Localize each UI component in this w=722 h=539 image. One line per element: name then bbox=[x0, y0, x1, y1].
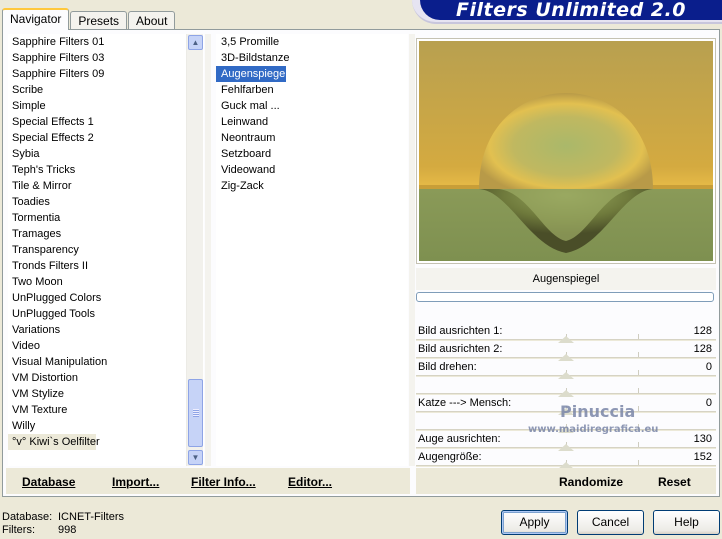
category-item[interactable]: UnPlugged Colors bbox=[8, 290, 204, 306]
watermark-url: www.maidiregrafica.eu bbox=[528, 424, 659, 435]
category-item[interactable]: Tormentia bbox=[8, 210, 204, 226]
parameter-row[interactable]: Bild drehen: 0 bbox=[416, 358, 716, 379]
editor-button[interactable]: Editor... bbox=[288, 475, 332, 489]
category-item[interactable]: Sybia bbox=[8, 146, 204, 162]
filter-info-button[interactable]: Filter Info... bbox=[191, 475, 256, 489]
tab-strip: Navigator Presets About bbox=[2, 8, 176, 30]
scroll-up-button[interactable]: ▲ bbox=[188, 35, 203, 50]
filter-item[interactable]: Fehlfarben bbox=[216, 82, 408, 98]
category-item[interactable]: VM Distortion bbox=[8, 370, 204, 386]
filter-item[interactable]: Augenspiegel bbox=[216, 66, 288, 82]
filter-item[interactable]: Neontraum bbox=[216, 130, 408, 146]
parameter-sliders: Bild ausrichten 1: 128 Bild ausrichten 2: 1… bbox=[416, 322, 716, 469]
slider-tick bbox=[638, 460, 639, 465]
category-list[interactable]: Sapphire Filters 01 Sapphire Filters 03 Sa… bbox=[8, 34, 204, 466]
category-item[interactable]: Transparency bbox=[8, 242, 204, 258]
preview-frame bbox=[416, 38, 716, 264]
category-item[interactable]: Tile & Mirror bbox=[8, 178, 204, 194]
parameter-label: Bild ausrichten 1: bbox=[418, 325, 503, 337]
category-item[interactable]: UnPlugged Tools bbox=[8, 306, 204, 322]
parameter-label: Bild ausrichten 2: bbox=[418, 343, 503, 355]
parameter-value: 128 bbox=[693, 343, 712, 355]
filter-preview-image bbox=[419, 41, 713, 261]
category-item[interactable]: Sapphire Filters 03 bbox=[8, 50, 204, 66]
category-item[interactable]: Simple bbox=[8, 98, 204, 114]
category-item[interactable]: VM Stylize bbox=[8, 386, 204, 402]
filter-item[interactable]: Videowand bbox=[216, 162, 408, 178]
category-item[interactable]: Sapphire Filters 01 bbox=[8, 34, 204, 50]
database-button[interactable]: Database bbox=[22, 475, 75, 489]
slider-tick bbox=[638, 334, 639, 339]
category-item[interactable]: Willy bbox=[8, 418, 204, 434]
category-scrollbar[interactable]: ▲ ▼ bbox=[186, 34, 203, 466]
apply-button[interactable]: Apply bbox=[501, 510, 568, 535]
category-item[interactable]: Variations bbox=[8, 322, 204, 338]
tab-presets[interactable]: Presets bbox=[70, 11, 128, 30]
slider-tick bbox=[638, 370, 639, 375]
reset-button[interactable]: Reset bbox=[658, 475, 691, 489]
parameter-row[interactable]: Bild ausrichten 1: 128 bbox=[416, 322, 716, 343]
category-item[interactable]: Sapphire Filters 09 bbox=[8, 66, 204, 82]
category-item[interactable]: Two Moon bbox=[8, 274, 204, 290]
app-banner-title: Filters Unlimited 2.0 bbox=[420, 0, 722, 20]
tab-about[interactable]: About bbox=[128, 11, 176, 30]
scroll-down-button[interactable]: ▼ bbox=[188, 450, 203, 465]
filter-list[interactable]: 3,5 Promille 3D-Bildstanze Augenspiegel Feh… bbox=[216, 34, 408, 466]
category-item[interactable]: Toadies bbox=[8, 194, 204, 210]
parameter-value: 128 bbox=[693, 325, 712, 337]
parameter-label: Bild drehen: bbox=[418, 361, 477, 373]
current-filter-name: Augenspiegel bbox=[416, 268, 716, 290]
category-item[interactable]: Special Effects 2 bbox=[8, 130, 204, 146]
grip-icon bbox=[193, 409, 199, 417]
filter-item[interactable]: Leinwand bbox=[216, 114, 408, 130]
parameter-row[interactable]: Augengröße: 152 bbox=[416, 448, 716, 469]
parameter-label: Auge ausrichten: bbox=[418, 433, 501, 445]
category-item[interactable]: Teph's Tricks bbox=[8, 162, 204, 178]
slider-tick bbox=[638, 388, 639, 393]
slider-tick bbox=[638, 406, 639, 411]
divider bbox=[205, 34, 211, 466]
database-value: ICNET-Filters bbox=[58, 511, 124, 523]
parameter-label: Augengröße: bbox=[418, 451, 482, 463]
category-item[interactable]: Tronds Filters II bbox=[8, 258, 204, 274]
tab-navigator[interactable]: Navigator bbox=[2, 8, 70, 30]
parameter-value: 152 bbox=[693, 451, 712, 463]
database-label: Database: bbox=[2, 511, 53, 523]
category-item[interactable]: Visual Manipulation bbox=[8, 354, 204, 370]
filter-item[interactable]: Setzboard bbox=[216, 146, 408, 162]
cancel-button[interactable]: Cancel bbox=[577, 510, 644, 535]
filter-item[interactable]: Guck mal ... bbox=[216, 98, 408, 114]
category-item[interactable]: Special Effects 1 bbox=[8, 114, 204, 130]
slider-tick bbox=[638, 352, 639, 357]
parameter-row[interactable] bbox=[416, 376, 716, 397]
filters-label: Filters: bbox=[2, 524, 35, 536]
filter-item[interactable]: 3,5 Promille bbox=[216, 34, 408, 50]
divider bbox=[409, 34, 415, 466]
category-item[interactable]: °v° Kiwi`s Oelfilter bbox=[8, 434, 100, 450]
preview-graphic bbox=[419, 41, 713, 261]
parameter-value: 0 bbox=[705, 397, 712, 409]
parameter-row[interactable]: Bild ausrichten 2: 128 bbox=[416, 340, 716, 361]
parameter-label: Katze ---> Mensch: bbox=[418, 397, 512, 409]
import-button[interactable]: Import... bbox=[112, 475, 159, 489]
filters-count: 998 bbox=[58, 524, 77, 536]
category-item[interactable]: Tramages bbox=[8, 226, 204, 242]
category-item[interactable]: Video bbox=[8, 338, 204, 354]
filter-item[interactable]: 3D-Bildstanze bbox=[216, 50, 408, 66]
category-item[interactable]: VM Texture bbox=[8, 402, 204, 418]
parameter-value: 130 bbox=[693, 433, 712, 445]
filter-item[interactable]: Zig-Zack bbox=[216, 178, 408, 194]
help-button[interactable]: Help bbox=[653, 510, 720, 535]
category-item[interactable]: Scribe bbox=[8, 82, 204, 98]
scroll-thumb[interactable] bbox=[188, 379, 203, 447]
randomize-button[interactable]: Randomize bbox=[559, 475, 623, 489]
watermark-name: Pinuccia bbox=[560, 402, 636, 421]
status-info: Database: ICNET-Filters Filters: 998 bbox=[2, 511, 124, 537]
progress-bar bbox=[416, 292, 714, 302]
slider-tick bbox=[638, 442, 639, 447]
parameter-value: 0 bbox=[705, 361, 712, 373]
